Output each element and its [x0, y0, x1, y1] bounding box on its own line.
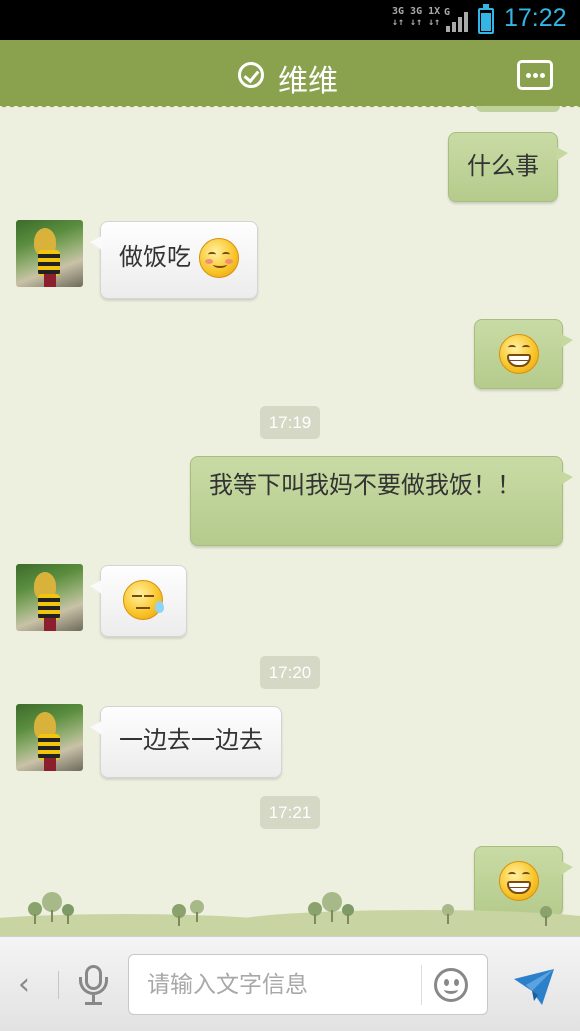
message-text: 做饭吃 [119, 243, 191, 271]
avatar[interactable] [16, 220, 83, 287]
chat-header: 维维 [0, 40, 580, 112]
outgoing-message[interactable]: 我等下叫我妈不要做我饭！！ [190, 456, 573, 546]
signal-bars-icon: G [444, 7, 472, 32]
avatar[interactable] [16, 564, 83, 631]
grin-emoji-icon [499, 334, 539, 374]
timestamp: 17:19 [260, 406, 320, 439]
background-scenery [0, 880, 580, 936]
timestamp: 17:20 [260, 656, 320, 689]
timestamp: 17:21 [260, 796, 320, 829]
message-text: 一边去一边去 [119, 726, 263, 754]
divider [421, 965, 422, 1005]
network-activity: ↓↑ ↓↑ ↓↑ [392, 17, 441, 28]
outgoing-message[interactable] [474, 319, 573, 389]
smiley-icon[interactable] [434, 968, 468, 1002]
check-circle-icon [238, 62, 264, 88]
message-text: 什么事 [467, 152, 539, 180]
message-list[interactable]: 什么事 做饭吃 17:19 我等下叫我妈不要做我饭！！ 17:20 一边去一边去… [0, 106, 580, 936]
incoming-message[interactable]: 一边去一边去 [90, 706, 282, 778]
network-types: 3G 3G 1X [392, 6, 441, 17]
message-input[interactable] [147, 967, 417, 1003]
microphone-icon[interactable] [76, 963, 112, 1007]
divider [58, 971, 59, 999]
chevron-left-icon[interactable]: ‹ [18, 967, 40, 1003]
sweat-emoji-icon [123, 580, 164, 620]
battery-icon [478, 4, 494, 34]
message-input-container [128, 954, 488, 1015]
smile-blush-emoji-icon [198, 238, 239, 278]
signal-indicator: 3G 3G 1X ↓↑ ↓↑ ↓↑ [392, 6, 442, 34]
clock: 17:22 [504, 4, 567, 32]
message-text: 我等下叫我妈不要做我饭！！ [209, 471, 521, 499]
incoming-message[interactable]: 做饭吃 [90, 221, 258, 299]
outgoing-message[interactable]: 什么事 [448, 132, 568, 202]
previous-message-edge [476, 106, 560, 112]
more-dots-icon[interactable] [517, 60, 553, 90]
incoming-message[interactable] [90, 565, 187, 637]
compose-bar: ‹ [0, 936, 580, 1031]
avatar[interactable] [16, 704, 83, 771]
signal-g-label: G [444, 7, 451, 18]
paper-plane-icon[interactable] [512, 965, 556, 1009]
contact-name[interactable]: 维维 [278, 56, 338, 100]
status-bar: 3G 3G 1X ↓↑ ↓↑ ↓↑ G 17:22 [0, 0, 580, 40]
